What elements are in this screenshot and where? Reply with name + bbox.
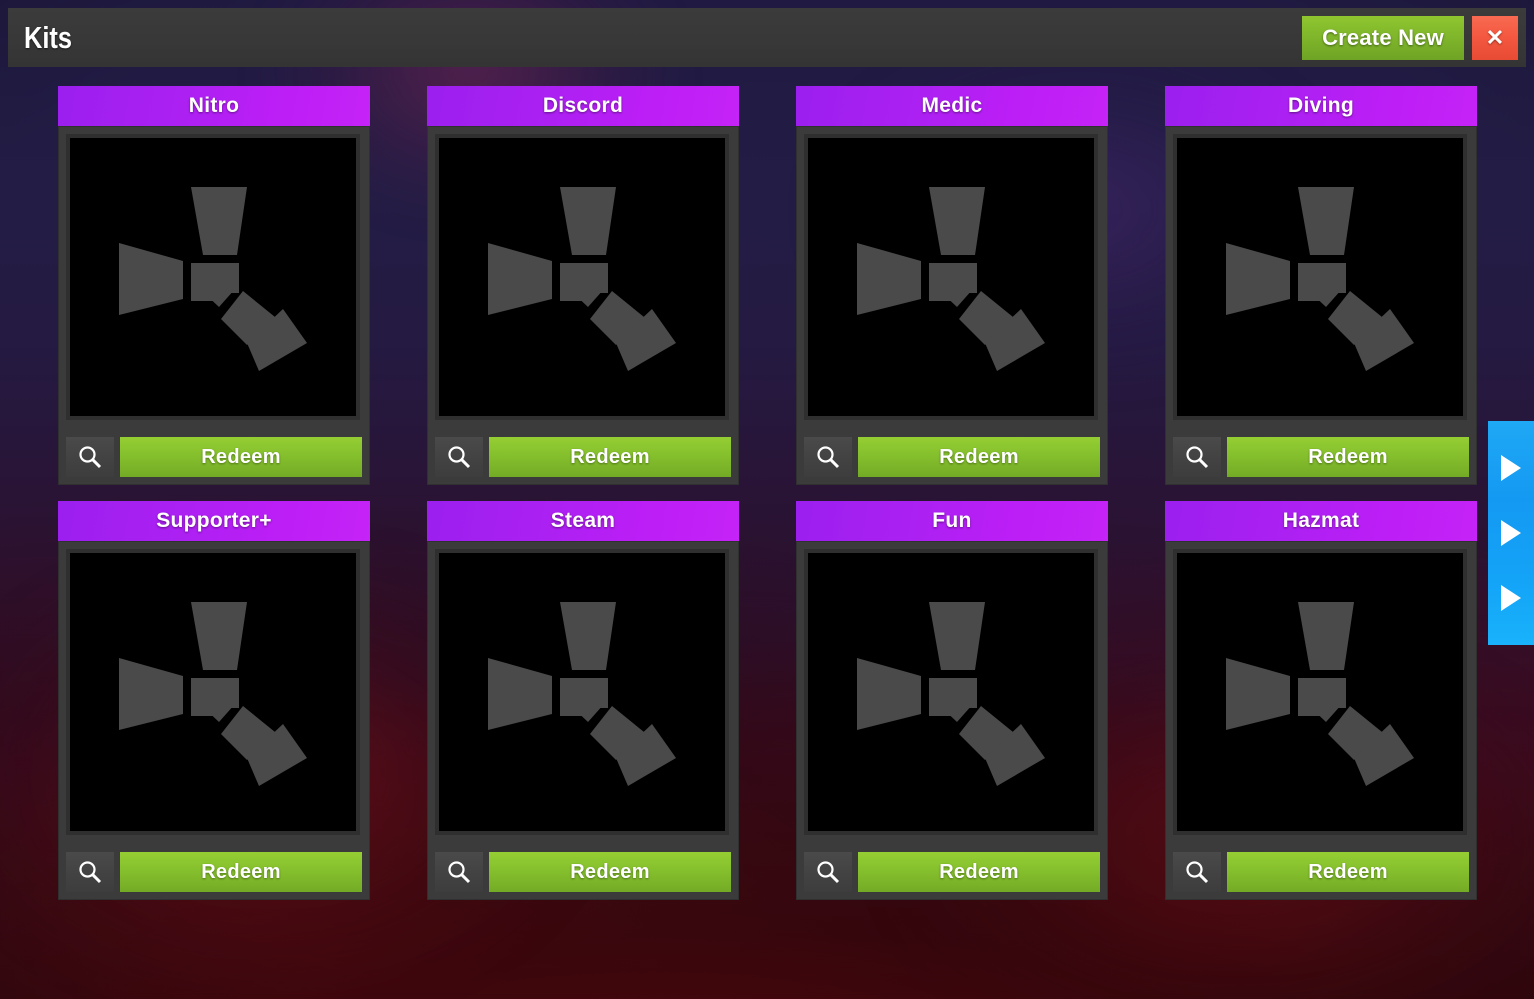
missing-image-placeholder-icon (1226, 187, 1414, 371)
kit-body: Redeem (58, 126, 370, 485)
redeem-button-1[interactable]: Redeem (489, 437, 731, 477)
missing-image-placeholder-icon (1226, 602, 1414, 786)
kit-body: Redeem (427, 541, 739, 900)
kit-image (70, 553, 356, 831)
kit-image (1177, 138, 1463, 416)
kit-body: Redeem (796, 541, 1108, 900)
kit-image (808, 553, 1094, 831)
missing-image-placeholder-icon (857, 187, 1045, 371)
kit-title-5: Steam (427, 501, 739, 541)
kit-card-medic: Medic Redeem (796, 86, 1108, 485)
kit-title-2: Medic (796, 86, 1108, 126)
search-icon (448, 861, 471, 884)
kit-actions: Redeem (1173, 437, 1469, 477)
search-icon (817, 861, 840, 884)
kit-body: Redeem (796, 126, 1108, 485)
kit-actions: Redeem (804, 852, 1100, 892)
kit-image-frame (804, 549, 1098, 835)
search-icon (1186, 861, 1209, 884)
search-icon-button-2[interactable] (804, 437, 852, 477)
kit-image (439, 138, 725, 416)
kit-title-0: Nitro (58, 86, 370, 126)
search-icon (448, 446, 471, 469)
missing-image-placeholder-icon (857, 602, 1045, 786)
kit-card-supporter: Supporter+ Redeem (58, 501, 370, 900)
kit-actions: Redeem (66, 437, 362, 477)
kit-actions: Redeem (435, 437, 731, 477)
page-title: Kits (24, 19, 73, 55)
kit-card-discord: Discord Redeem (427, 86, 739, 485)
search-icon-button-5[interactable] (435, 852, 483, 892)
kit-image-frame (1173, 549, 1467, 835)
missing-image-placeholder-icon (119, 602, 307, 786)
search-icon-button-0[interactable] (66, 437, 114, 477)
window-titlebar: Kits Create New ✕ (8, 8, 1526, 67)
redeem-button-3[interactable]: Redeem (1227, 437, 1469, 477)
search-icon (79, 861, 102, 884)
kit-image-frame (66, 134, 360, 420)
search-icon-button-1[interactable] (435, 437, 483, 477)
play-arrow-icon[interactable] (1501, 519, 1521, 546)
side-panel-toggle-tab[interactable] (1488, 421, 1534, 645)
kit-body: Redeem (1165, 126, 1477, 485)
kit-title-1: Discord (427, 86, 739, 126)
kit-body: Redeem (58, 541, 370, 900)
kit-body: Redeem (1165, 541, 1477, 900)
search-icon (79, 446, 102, 469)
kit-title-3: Diving (1165, 86, 1477, 126)
kit-image (808, 138, 1094, 416)
kit-image (439, 553, 725, 831)
kit-actions: Redeem (804, 437, 1100, 477)
search-icon-button-4[interactable] (66, 852, 114, 892)
kit-card-hazmat: Hazmat Redeem (1165, 501, 1477, 900)
kits-grid: Nitro Redeem Discord Redeem Medic Redeem… (58, 86, 1478, 900)
kit-actions: Redeem (435, 852, 731, 892)
search-icon (817, 446, 840, 469)
kit-image (1177, 553, 1463, 831)
kit-card-fun: Fun Redeem (796, 501, 1108, 900)
kit-body: Redeem (427, 126, 739, 485)
search-icon-button-7[interactable] (1173, 852, 1221, 892)
kit-actions: Redeem (66, 852, 362, 892)
search-icon-button-6[interactable] (804, 852, 852, 892)
kit-title-6: Fun (796, 501, 1108, 541)
close-button[interactable]: ✕ (1472, 15, 1518, 60)
kit-image-frame (66, 549, 360, 835)
search-icon (1186, 446, 1209, 469)
redeem-button-5[interactable]: Redeem (489, 852, 731, 892)
play-arrow-icon[interactable] (1501, 454, 1521, 481)
play-arrow-icon[interactable] (1501, 585, 1521, 612)
redeem-button-6[interactable]: Redeem (858, 852, 1100, 892)
missing-image-placeholder-icon (488, 187, 676, 371)
search-icon-button-3[interactable] (1173, 437, 1221, 477)
redeem-button-2[interactable]: Redeem (858, 437, 1100, 477)
kits-window: Kits Create New ✕ Nitro Redeem Discord R… (0, 0, 1534, 999)
kit-image-frame (804, 134, 1098, 420)
titlebar-actions: Create New ✕ (1302, 8, 1526, 67)
kit-title-4: Supporter+ (58, 501, 370, 541)
missing-image-placeholder-icon (488, 602, 676, 786)
missing-image-placeholder-icon (119, 187, 307, 371)
kit-card-nitro: Nitro Redeem (58, 86, 370, 485)
create-new-button[interactable]: Create New (1302, 15, 1464, 60)
kit-image-frame (435, 134, 729, 420)
kit-actions: Redeem (1173, 852, 1469, 892)
kit-image-frame (1173, 134, 1467, 420)
redeem-button-4[interactable]: Redeem (120, 852, 362, 892)
kit-card-steam: Steam Redeem (427, 501, 739, 900)
kit-card-diving: Diving Redeem (1165, 86, 1477, 485)
redeem-button-7[interactable]: Redeem (1227, 852, 1469, 892)
kit-image (70, 138, 356, 416)
kit-image-frame (435, 549, 729, 835)
kit-title-7: Hazmat (1165, 501, 1477, 541)
redeem-button-0[interactable]: Redeem (120, 437, 362, 477)
